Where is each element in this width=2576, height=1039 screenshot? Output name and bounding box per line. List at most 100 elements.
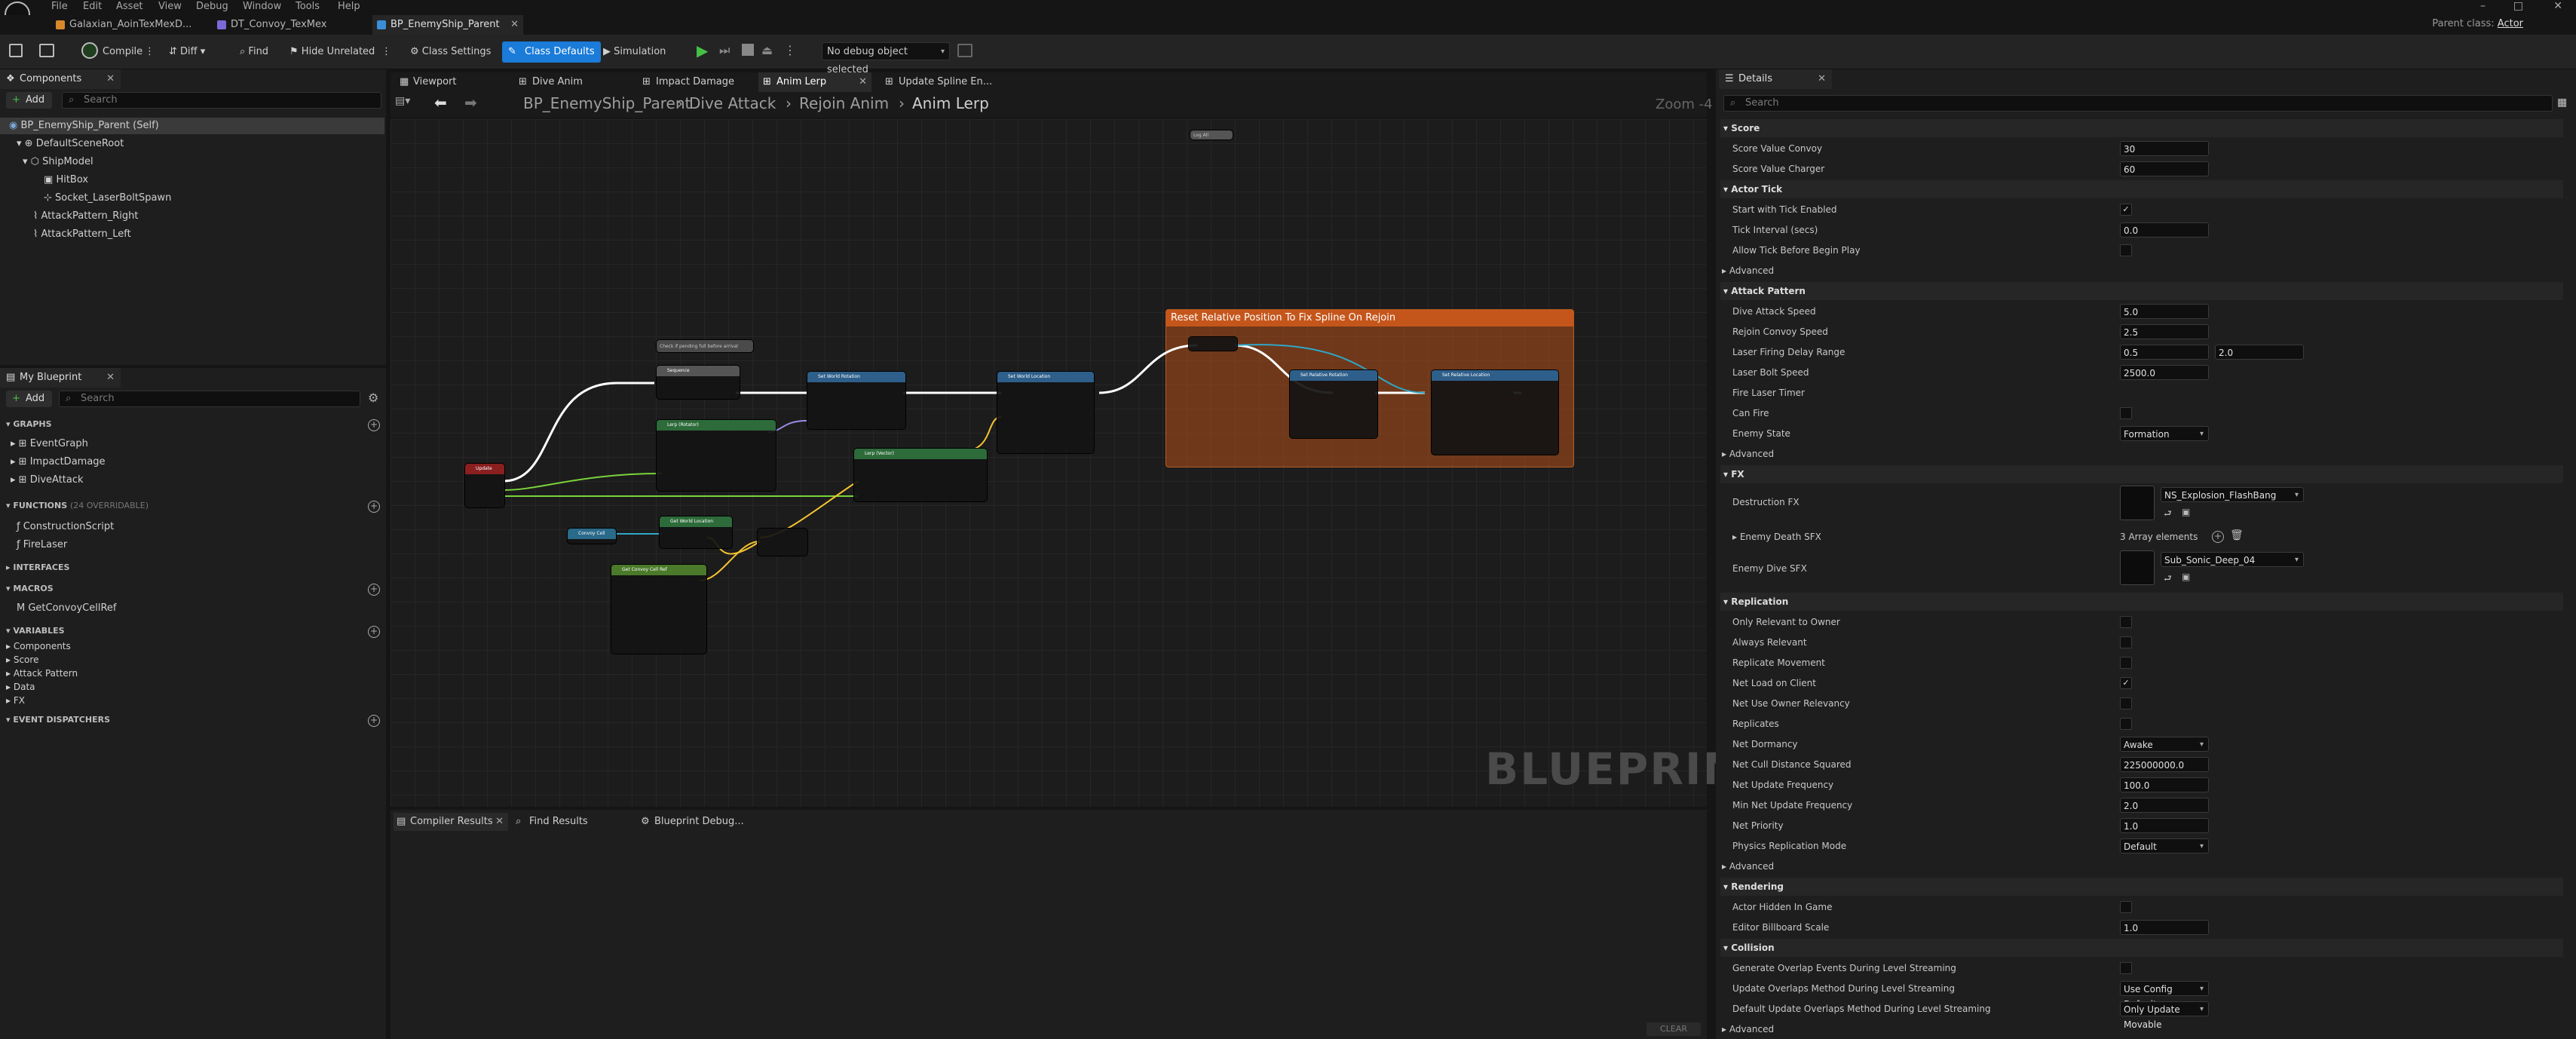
play-options-icon[interactable]: ⋮ (784, 42, 796, 59)
sequence-node[interactable]: Sequence (656, 365, 740, 400)
destruction-fx-dropdown[interactable]: NS_Explosion_FlashBang ▾ (2161, 487, 2304, 502)
details-row-only-relevant-to-owner-checkbox[interactable] (2120, 616, 2132, 628)
compile-options-icon[interactable]: ⋮ (145, 44, 155, 60)
graph-item-eventgraph[interactable]: ▸ ⊞ EventGraph (11, 436, 88, 452)
macros-header[interactable]: ▾ MACROS (6, 581, 54, 597)
breadcrumb-dive-attack[interactable]: Dive Attack (689, 92, 776, 115)
tab-compiler-results[interactable]: ▤ Compiler Results ✕ (394, 813, 508, 831)
details-row-tick-interval-secs--input[interactable]: 0.0 (2120, 222, 2209, 238)
browse-asset-icon[interactable]: ▣ (2182, 572, 2190, 582)
menu-file[interactable]: File (51, 0, 68, 14)
settings-gear-icon[interactable]: ⚙ (368, 391, 378, 405)
variable-category-score[interactable]: ▸ Score (6, 653, 38, 667)
browse-icon[interactable] (39, 44, 54, 57)
class-settings-button[interactable]: ⚙ Class Settings (410, 44, 491, 60)
macro-item-getconvoycellref[interactable]: M GetConvoyCellRef (17, 600, 116, 617)
functions-header[interactable]: ▾ FUNCTIONS (24 OVERRIDABLE) (6, 498, 149, 514)
close-tab-icon[interactable]: ✕ (859, 72, 867, 92)
details-category-actor-tick[interactable]: ▾ Actor Tick (1720, 180, 2563, 198)
debug-object-dropdown[interactable]: No debug object selected ▾ (822, 42, 950, 75)
menu-window[interactable]: Window (243, 0, 281, 14)
graph-menu-icon[interactable]: ▤▾ (395, 95, 410, 107)
update-event-node[interactable]: Update (464, 463, 505, 508)
hide-unrelated-button[interactable]: ⚑ Hide Unrelated (289, 44, 375, 60)
trash-icon[interactable]: 🗑 (2230, 529, 2244, 541)
add-macro-icon[interactable]: + (368, 584, 380, 596)
component-item-defaultsceneroot[interactable]: ▾ ⊕ DefaultSceneRoot (17, 136, 124, 152)
tab-anim-lerp[interactable]: ⊞ Anim Lerp ✕ (758, 72, 871, 92)
details-category-replication[interactable]: ▾ Replication (1720, 593, 2563, 611)
details-row-start-with-tick-enabled-checkbox[interactable]: ✓ (2120, 204, 2132, 216)
function-item-constructionscript[interactable]: ƒ ConstructionScript (17, 519, 114, 535)
forward-arrow-icon[interactable]: ➡ (464, 93, 477, 112)
close-panel-icon[interactable]: ✕ (106, 368, 115, 388)
enemy-dive-sfx-thumbnail[interactable] (2120, 550, 2155, 585)
details-row-min-net-update-frequency-input[interactable]: 2.0 (2120, 798, 2209, 813)
add-array-element-icon[interactable]: + (2212, 531, 2224, 543)
debug-filter-icon[interactable] (957, 44, 973, 57)
component-item-shipmodel[interactable]: ▾ ⬡ ShipModel (23, 154, 93, 170)
lerp-rotator-node[interactable]: Lerp (Rotator) (656, 419, 776, 492)
add-dispatcher-icon[interactable]: + (368, 715, 380, 727)
details-row-net-load-on-client-checkbox[interactable]: ✓ (2120, 677, 2132, 689)
tab-update-spline[interactable]: ⊞ Update Spline En... (881, 72, 994, 92)
get-world-location-node[interactable]: Get World Location (659, 516, 733, 549)
details-row-default-update-overlaps-method-during-level-streaming-dropdown[interactable]: Only Update Movable ▾ (2120, 1001, 2209, 1030)
details-row-net-update-frequency-input[interactable]: 100.0 (2120, 777, 2209, 792)
graph-item-impactdamage[interactable]: ▸ ⊞ ImpactDamage (11, 454, 106, 470)
details-row-net-priority-input[interactable]: 1.0 (2120, 818, 2209, 833)
details-row-net-cull-distance-squared-input[interactable]: 225000000.0 (2120, 757, 2209, 772)
tab-dt-convoy[interactable]: DT_Convoy_TexMex (213, 15, 353, 35)
event-dispatchers-header[interactable]: ▾ EVENT DISPATCHERS (6, 712, 110, 728)
close-tab-icon[interactable]: ✕ (495, 813, 504, 831)
add-function-icon[interactable]: + (368, 501, 380, 513)
tab-dive-anim[interactable]: ⊞ Dive Anim (514, 72, 627, 92)
details-row-advanced[interactable]: ▸ Advanced (1722, 262, 1774, 280)
details-row-editor-billboard-scale-input[interactable]: 1.0 (2120, 920, 2209, 935)
minimize-icon[interactable]: – (2480, 0, 2486, 12)
set-world-location-node[interactable]: Set World Location (997, 371, 1095, 454)
variable-category-fx[interactable]: ▸ FX (6, 694, 25, 707)
component-item-socket[interactable]: ⊹ Socket_LaserBoltSpawn (44, 190, 171, 207)
eject-icon[interactable]: ⏏ (761, 42, 778, 59)
details-row-replicate-movement-checkbox[interactable] (2120, 657, 2132, 669)
details-row-always-relevant-checkbox[interactable] (2120, 636, 2132, 648)
browse-asset-icon[interactable]: ▣ (2182, 507, 2190, 517)
set-relative-location-node[interactable]: Set Relative Location (1431, 369, 1559, 455)
close-tab-icon[interactable]: ✕ (510, 15, 519, 35)
my-blueprint-search-input[interactable]: ⌕ Search (59, 391, 360, 407)
find-button[interactable]: ⌕ Find (240, 44, 268, 60)
variables-header[interactable]: ▾ VARIABLES (6, 623, 65, 639)
details-row-laser-firing-delay-range-input-max[interactable]: 2.0 (2215, 345, 2304, 360)
save-icon[interactable] (9, 44, 23, 57)
details-row-replicates-checkbox[interactable] (2120, 718, 2132, 730)
lerp-vector-node[interactable]: Lerp (Vector) (853, 448, 988, 502)
details-row-enemy-state-dropdown[interactable]: Formation ▾ (2120, 426, 2209, 441)
component-item-attackpattern-right[interactable]: ⌇ AttackPattern_Right (33, 208, 139, 225)
variable-category-attack-pattern[interactable]: ▸ Attack Pattern (6, 667, 78, 680)
component-item-attackpattern-left[interactable]: ⌇ AttackPattern_Left (33, 226, 131, 243)
menu-edit[interactable]: Edit (83, 0, 102, 14)
breadcrumb-rejoin-anim[interactable]: Rejoin Anim (799, 92, 889, 115)
tab-bp-enemyship[interactable]: BP_EnemyShip_Parent ✕ (372, 15, 523, 35)
maximize-icon[interactable]: □ (2513, 0, 2523, 12)
component-item-self[interactable]: ◉ BP_EnemyShip_Parent (Self) (0, 118, 384, 134)
details-row-physics-replication-mode-dropdown[interactable]: Default ▾ (2120, 838, 2209, 854)
details-row-advanced[interactable]: ▸ Advanced (1722, 857, 1774, 875)
close-window-icon[interactable]: ✕ (2553, 0, 2562, 12)
details-category-collision[interactable]: ▾ Collision (1720, 939, 2563, 957)
details-row-score-value-convoy-input[interactable]: 30 (2120, 141, 2209, 156)
close-panel-icon[interactable]: ✕ (106, 69, 115, 89)
clear-button[interactable]: CLEAR (1646, 1022, 1701, 1036)
use-selected-icon[interactable]: ⮐ (2164, 572, 2172, 587)
simulation-button[interactable]: ▶ Simulation (603, 44, 666, 60)
details-category-rendering[interactable]: ▾ Rendering (1720, 878, 2563, 896)
menu-tools[interactable]: Tools (296, 0, 320, 14)
destruction-fx-thumbnail[interactable] (2120, 486, 2155, 520)
compile-icon[interactable] (81, 42, 98, 59)
get-convoy-cell-ref-node[interactable]: Get Convoy Cell Ref (611, 564, 707, 654)
component-item-hitbox[interactable]: ▣ HitBox (44, 172, 88, 188)
menu-help[interactable]: Help (338, 0, 360, 14)
small-comment-node[interactable]: Check if pending full before arrival (656, 339, 754, 353)
variable-category-components[interactable]: ▸ Components (6, 639, 71, 653)
